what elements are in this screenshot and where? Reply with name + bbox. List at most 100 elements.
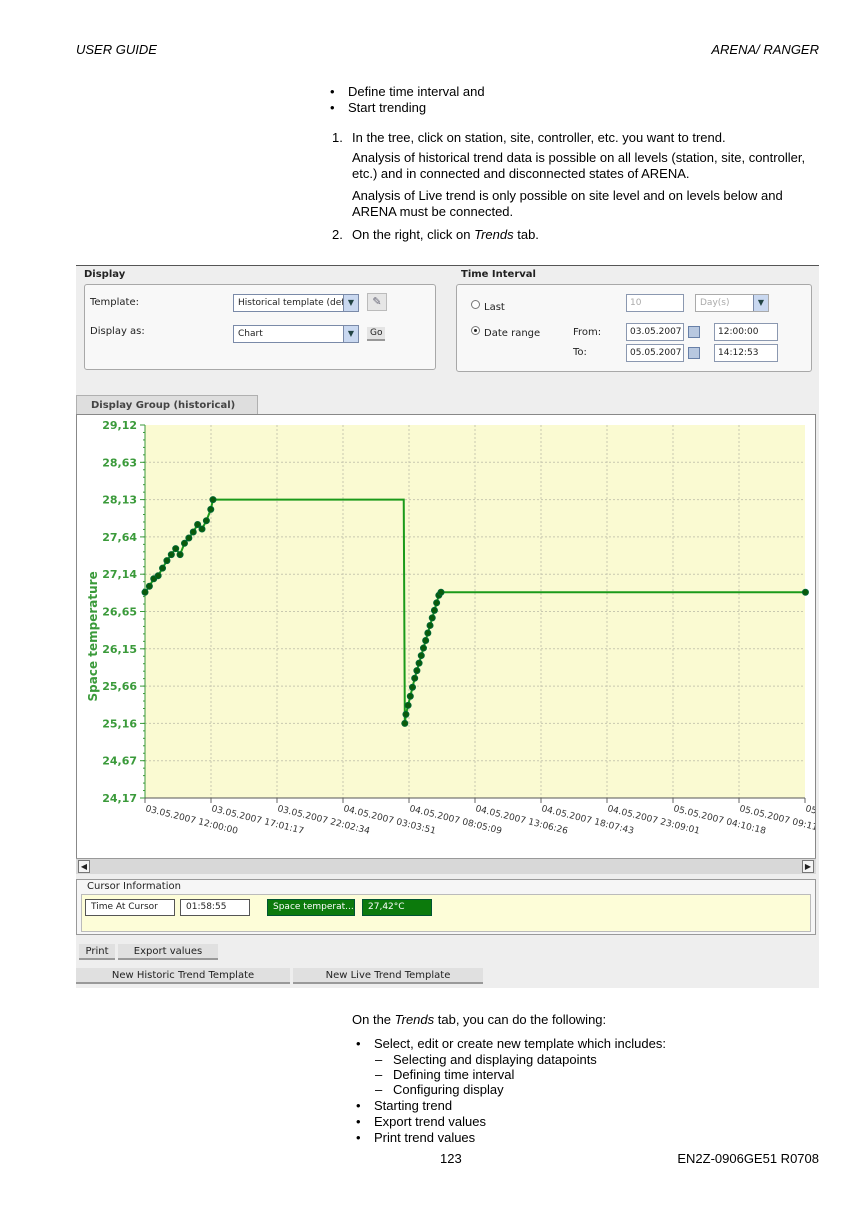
outro-lead-before: On the — [352, 1012, 395, 1027]
chevron-down-icon[interactable]: ▼ — [343, 295, 358, 311]
data-point — [801, 588, 809, 596]
display-panel-title: Display — [84, 269, 126, 280]
new-live-template-button[interactable]: New Live Trend Template — [293, 968, 483, 984]
y-tick-label: 27,14 — [102, 568, 137, 581]
chart-area: 29,12 28,63 28,13 27,64 27,14 26,65 26,15 25,66… — [76, 414, 822, 874]
data-point — [207, 505, 215, 513]
doc-header-left: USER GUIDE — [76, 42, 157, 57]
data-point — [415, 659, 423, 667]
cursor-info-body: Time At Cursor 01:58:55 Space temperat..… — [81, 894, 811, 932]
wrench-icon[interactable]: ✎ — [367, 293, 387, 311]
data-point — [411, 674, 419, 682]
step-number: 1. — [332, 130, 343, 145]
y-tick-label: 28,13 — [102, 494, 137, 507]
template-select[interactable]: Historical template (defaul ▼ — [233, 294, 359, 312]
display-as-select-value: Chart — [238, 329, 263, 339]
doc-header-right: ARENA/ RANGER — [711, 42, 819, 57]
data-point — [163, 557, 171, 565]
outro-lead: On the Trends tab, you can do the follow… — [352, 1012, 606, 1028]
data-point — [172, 545, 180, 553]
chevron-down-icon[interactable]: ▼ — [343, 326, 358, 342]
display-as-label: Display as: — [90, 326, 145, 337]
step-note: Analysis of Live trend is only possible … — [352, 188, 783, 219]
to-label: To: — [573, 347, 587, 358]
data-point — [419, 644, 427, 652]
data-point — [406, 692, 414, 700]
data-point — [159, 564, 167, 572]
outro-lead-em: Trends — [394, 1012, 435, 1027]
display-as-select[interactable]: Chart ▼ — [233, 325, 359, 343]
y-tick-label: 26,15 — [102, 643, 137, 656]
data-point — [198, 525, 206, 533]
data-point — [180, 539, 188, 547]
data-point — [437, 588, 445, 596]
last-radio[interactable] — [471, 300, 480, 309]
to-date-input[interactable]: 05.05.2007 — [626, 344, 684, 362]
cursor-info-title: Cursor Information — [85, 881, 183, 892]
data-point — [401, 719, 409, 727]
chart-scrollbar[interactable]: ◀ ▶ — [76, 858, 816, 874]
data-point — [433, 599, 441, 607]
y-tick-label: 26,65 — [102, 606, 137, 619]
cursor-info-panel: Time At Cursor 01:58:55 Space temperat..… — [76, 879, 816, 935]
y-tick-label: 27,64 — [102, 531, 137, 544]
data-point — [430, 606, 438, 614]
calendar-icon[interactable] — [688, 326, 700, 338]
outro-lead-after: tab, you can do the following: — [434, 1012, 607, 1027]
scroll-right-icon[interactable]: ▶ — [802, 860, 814, 873]
last-unit-select[interactable]: Day(s) ▼ — [695, 294, 769, 312]
template-select-value: Historical template (defaul — [238, 298, 359, 308]
outro-bullet: Export trend values — [356, 1114, 486, 1130]
data-point — [424, 629, 432, 637]
from-date-input[interactable]: 03.05.2007 — [626, 323, 684, 341]
data-point — [209, 496, 217, 504]
data-point — [141, 588, 149, 596]
x-tick-label: 05 — [804, 804, 815, 816]
scroll-left-icon[interactable]: ◀ — [78, 860, 90, 873]
from-time-input[interactable]: 12:00:00 — [714, 323, 778, 341]
outro-subitem: Defining time interval — [375, 1067, 514, 1083]
step-text-after: tab. — [513, 227, 539, 242]
step-text: In the tree, click on station, site, con… — [352, 130, 726, 145]
last-label: Last — [484, 302, 505, 313]
chevron-down-icon[interactable]: ▼ — [753, 295, 768, 311]
step-text-before: On the right, click on — [352, 227, 475, 242]
y-tick-label: 25,16 — [102, 717, 137, 730]
data-point — [402, 710, 410, 718]
y-tick-label: 28,63 — [102, 456, 137, 469]
y-axis-label: Space temperature — [86, 571, 100, 701]
outro-bullet: Select, edit or create new template whic… — [356, 1036, 666, 1052]
trend-chart: 29,12 28,63 28,13 27,64 27,14 26,65 26,15 25,66… — [86, 419, 822, 837]
time-at-cursor-label: Time At Cursor — [85, 899, 175, 916]
data-point — [167, 551, 175, 559]
time-panel-title: Time Interval — [461, 269, 536, 280]
date-range-label: Date range — [484, 328, 541, 339]
go-button[interactable]: Go — [367, 327, 386, 341]
template-label: Template: — [90, 297, 139, 308]
step-2: 2. On the right, click on Trends tab. — [332, 227, 822, 243]
outro-subitem: Selecting and displaying datapoints — [375, 1052, 597, 1068]
data-point — [428, 614, 436, 622]
last-unit-value: Day(s) — [700, 298, 730, 308]
step-text-em: Trends — [474, 227, 514, 242]
data-point — [426, 621, 434, 629]
new-historic-template-button[interactable]: New Historic Trend Template — [76, 968, 290, 984]
outro-bullet: Print trend values — [356, 1130, 475, 1146]
y-tick-label: 29,12 — [102, 419, 137, 432]
data-point — [417, 652, 425, 660]
intro-bullet: Define time interval and — [330, 84, 485, 100]
last-value-input[interactable]: 10 — [626, 294, 684, 312]
step-number: 2. — [332, 227, 343, 242]
data-point — [422, 637, 430, 645]
calendar-icon[interactable] — [688, 347, 700, 359]
data-point — [202, 517, 210, 525]
export-values-button[interactable]: Export values — [118, 944, 218, 960]
time-panel: Last 10 Day(s) ▼ Date range From: 03.05.… — [456, 284, 812, 372]
page-number: 123 — [440, 1151, 462, 1166]
print-button[interactable]: Print — [79, 944, 115, 960]
date-range-radio[interactable] — [471, 326, 480, 335]
y-tick-label: 24,17 — [102, 792, 137, 805]
to-time-input[interactable]: 14:12:53 — [714, 344, 778, 362]
tab-display-group[interactable]: Display Group (historical) — [76, 395, 258, 415]
data-point — [185, 534, 193, 542]
